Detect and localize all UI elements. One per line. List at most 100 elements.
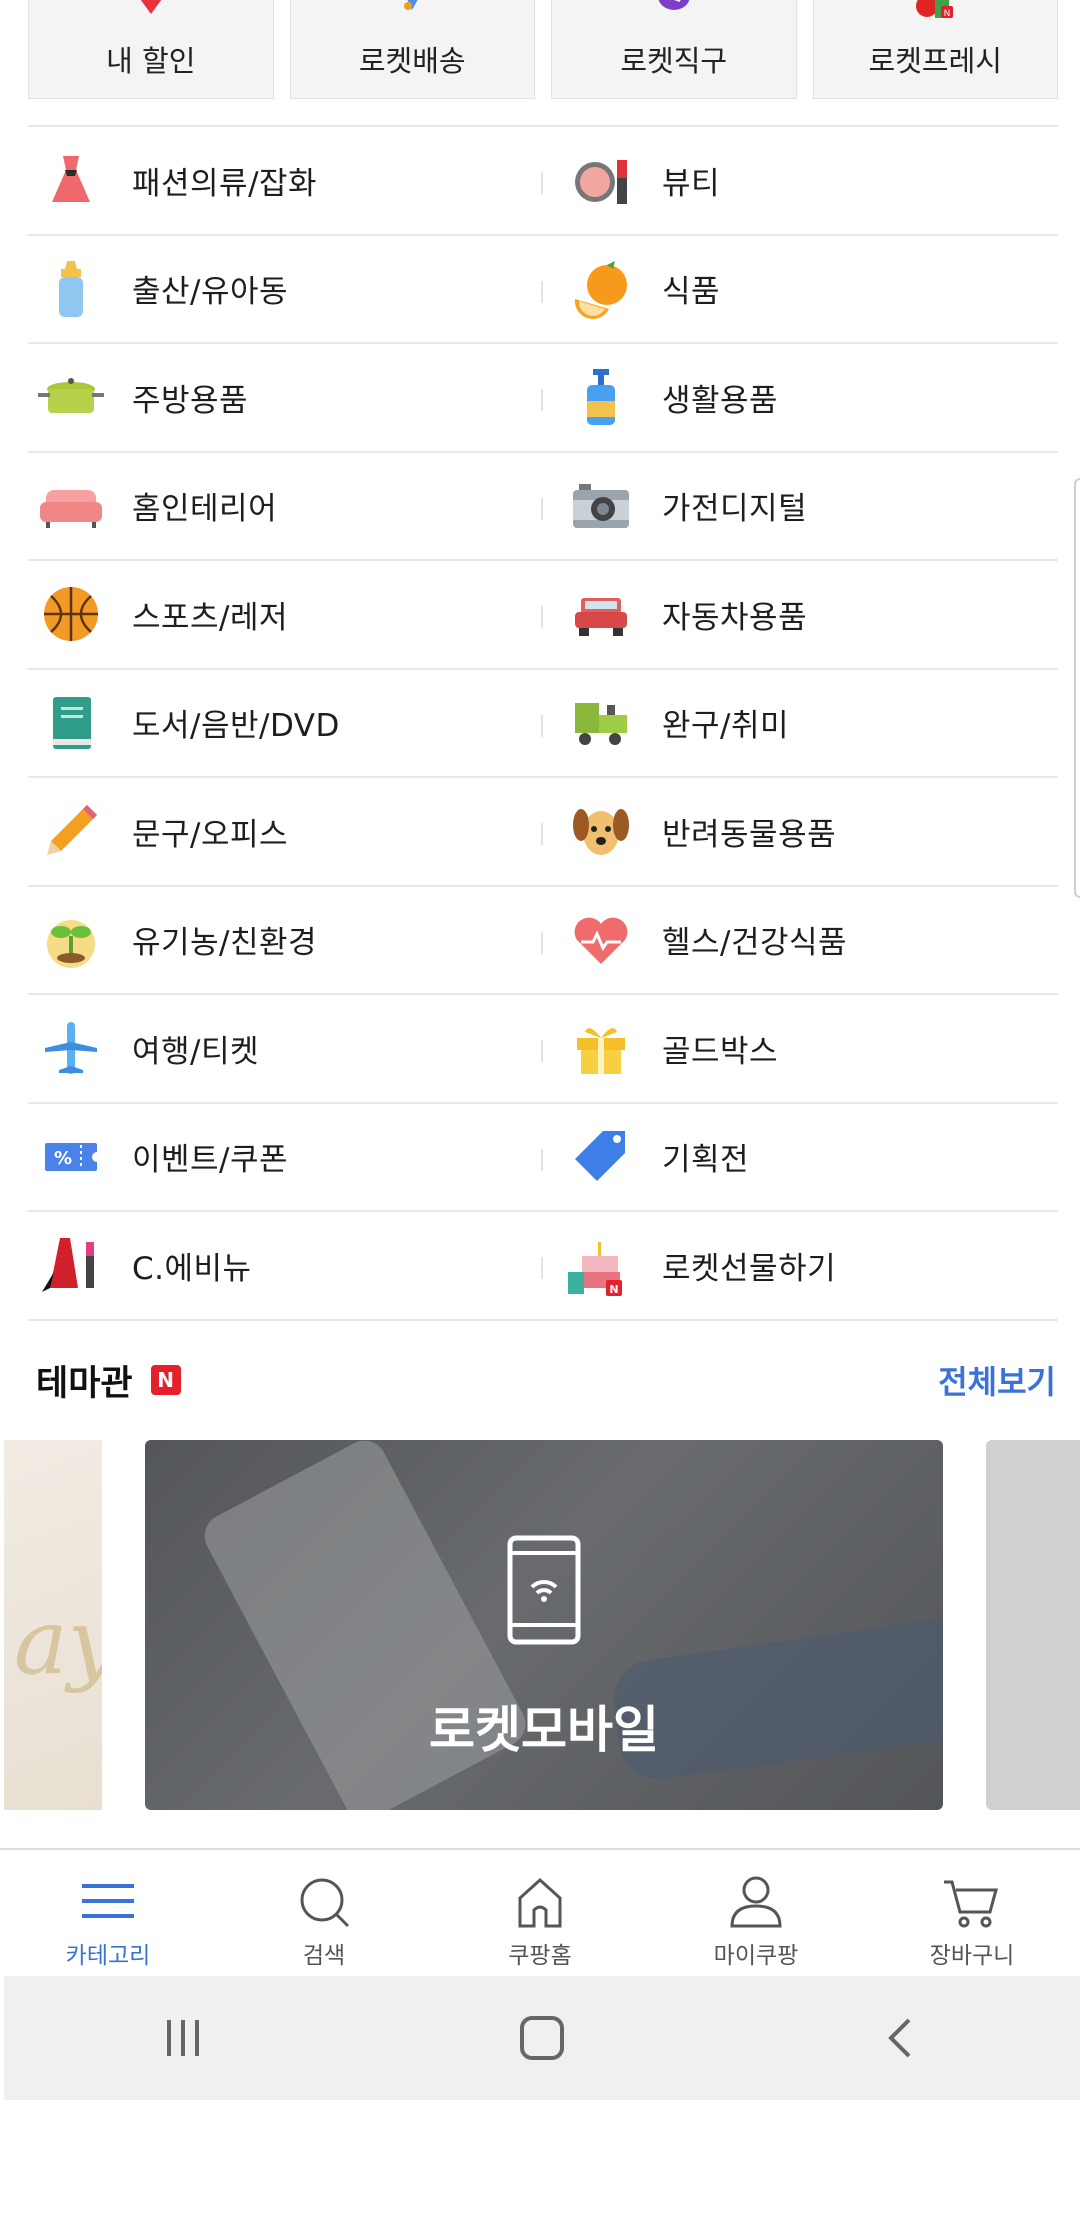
category-special[interactable]: 기획전	[568, 1104, 1058, 1211]
orange-icon	[568, 256, 634, 322]
book-icon	[38, 690, 104, 756]
nav-label: 장바구니	[929, 1943, 1015, 1969]
svg-text:N: N	[609, 1283, 618, 1296]
pencil-icon	[38, 798, 104, 864]
category-row: 주방용품 생활용품	[28, 344, 1058, 453]
category-label: 출산/유아동	[132, 274, 289, 311]
category-baby[interactable]: 출산/유아동	[28, 236, 568, 343]
sprout-icon	[38, 907, 104, 973]
category-label: 뷰티	[662, 165, 721, 202]
nav-search[interactable]: 검색	[216, 1850, 432, 1976]
category-stationery[interactable]: 문구/오피스	[28, 778, 568, 885]
category-row: 홈인테리어 가전디지털	[28, 453, 1058, 561]
quick-tab-label: 내 할인	[106, 44, 196, 78]
fresh-produce-icon: N	[916, 0, 954, 19]
home-icon	[518, 1877, 562, 1928]
category-label: 주방용품	[132, 382, 249, 419]
tag-icon	[140, 0, 161, 14]
category-toys[interactable]: 완구/취미	[568, 670, 1058, 777]
baby-bottle-icon	[38, 256, 104, 322]
recent-apps-button[interactable]	[143, 1998, 223, 2078]
view-all-link[interactable]: 전체보기	[938, 1357, 1056, 1403]
category-label: 도서/음반/DVD	[132, 708, 340, 745]
user-icon	[730, 1876, 782, 1928]
category-grid: 패션의류/잡화 뷰티 출산/유아동 식품 주방용품 생활용품 홈인테리어 가전디…	[28, 125, 1058, 1321]
luxury-fashion-icon	[38, 1232, 104, 1298]
category-goldbox[interactable]: 골드박스	[568, 995, 1058, 1102]
quick-tab-my-discount[interactable]: 내 할인	[28, 0, 274, 99]
category-row: 유기농/친환경 헬스/건강식품	[28, 887, 1058, 995]
theme-card-previous[interactable]: ay	[4, 1440, 102, 1810]
category-fashion[interactable]: 패션의류/잡화	[28, 127, 568, 234]
nav-label: 검색	[302, 1943, 346, 1969]
theme-carousel[interactable]: ay 로켓모바일	[0, 1440, 1080, 1810]
category-automotive[interactable]: 자동차용품	[568, 561, 1058, 668]
search-icon	[300, 1878, 350, 1928]
nav-category[interactable]: 카테고리	[0, 1850, 216, 1976]
camera-icon	[568, 473, 634, 539]
category-books[interactable]: 도서/음반/DVD	[28, 670, 568, 777]
scrollbar[interactable]	[1074, 478, 1080, 898]
category-row: 스포츠/레저 자동차용품	[28, 561, 1058, 670]
category-travel[interactable]: 여행/티켓	[28, 995, 568, 1102]
category-beauty[interactable]: 뷰티	[568, 127, 1058, 234]
nav-label: 마이쿠팡	[713, 1943, 799, 1969]
gift-box-icon	[568, 1015, 634, 1081]
dog-icon	[568, 798, 634, 864]
theme-card-next[interactable]	[986, 1440, 1080, 1810]
car-icon	[568, 581, 634, 647]
category-home-interior[interactable]: 홈인테리어	[28, 453, 568, 560]
category-label: 로켓선물하기	[662, 1250, 837, 1287]
coupon-icon: %	[38, 1124, 104, 1190]
bottom-navigation: 카테고리 검색 쿠팡홈 마이쿠팡 장바구니	[0, 1848, 1080, 1976]
cosmetics-icon	[568, 147, 634, 213]
category-label: 여행/티켓	[132, 1033, 260, 1070]
price-tag-icon	[568, 1124, 634, 1190]
menu-icon	[82, 1884, 134, 1918]
cake-gift-icon: N	[568, 1232, 634, 1298]
nav-cart[interactable]: 장바구니	[864, 1850, 1080, 1976]
svg-text:N: N	[944, 9, 951, 19]
category-pets[interactable]: 반려동물용품	[568, 778, 1058, 885]
nav-home[interactable]: 쿠팡홈	[432, 1850, 648, 1976]
category-label: 스포츠/레저	[132, 599, 289, 636]
category-label: 식품	[662, 274, 721, 311]
category-rocket-gift[interactable]: N 로켓선물하기	[568, 1212, 1058, 1319]
category-row: 문구/오피스 반려동물용품	[28, 778, 1058, 887]
nav-my-coupang[interactable]: 마이쿠팡	[648, 1850, 864, 1976]
recent-apps-icon	[167, 2020, 200, 2056]
home-square-icon	[519, 2016, 564, 2060]
category-kitchen[interactable]: 주방용품	[28, 344, 568, 451]
quick-tab-label: 로켓배송	[358, 44, 466, 78]
nav-label: 쿠팡홈	[508, 1943, 572, 1969]
cooking-pot-icon	[38, 364, 104, 430]
category-label: 기획전	[662, 1142, 750, 1179]
category-label: C.에비뉴	[132, 1250, 252, 1287]
sofa-icon	[38, 473, 104, 539]
category-label: 가전디지털	[662, 491, 808, 528]
quick-tab-rocket-global[interactable]: 로켓직구	[551, 0, 797, 99]
category-label: 홈인테리어	[132, 491, 278, 528]
category-row: 도서/음반/DVD 완구/취미	[28, 670, 1058, 778]
quick-tab-rocket-fresh[interactable]: N 로켓프레시	[812, 0, 1058, 99]
category-living[interactable]: 생활용품	[568, 344, 1058, 451]
category-label: 이벤트/쿠폰	[132, 1142, 289, 1179]
category-sports[interactable]: 스포츠/레저	[28, 561, 568, 668]
theme-title: 테마관	[36, 1363, 133, 1404]
category-label: 골드박스	[662, 1033, 779, 1070]
category-label: 문구/오피스	[132, 816, 289, 853]
system-home-button[interactable]	[502, 1998, 582, 2078]
category-label: 자동차용품	[662, 599, 808, 636]
category-electronics[interactable]: 가전디지털	[568, 453, 1058, 560]
category-row: C.에비뉴 N 로켓선물하기	[28, 1212, 1058, 1321]
category-food[interactable]: 식품	[568, 236, 1058, 343]
category-health[interactable]: 헬스/건강식품	[568, 887, 1058, 994]
category-organic[interactable]: 유기농/친환경	[28, 887, 568, 994]
quick-tab-rocket-delivery[interactable]: 로켓배송	[289, 0, 535, 99]
theme-card-rocket-mobile[interactable]: 로켓모바일	[145, 1440, 943, 1810]
decorative-script-image: ay	[14, 1590, 102, 1695]
system-back-button[interactable]	[861, 1998, 941, 2078]
category-label: 패션의류/잡화	[132, 165, 318, 202]
category-c-avenue[interactable]: C.에비뉴	[28, 1212, 568, 1319]
category-events[interactable]: % 이벤트/쿠폰	[28, 1104, 568, 1211]
